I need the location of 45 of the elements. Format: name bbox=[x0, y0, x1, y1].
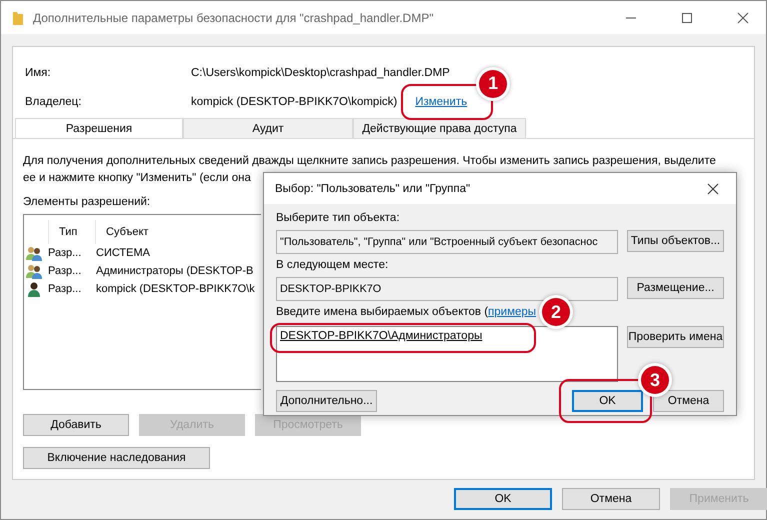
dialog-button[interactable]: Отмена bbox=[653, 390, 724, 412]
property-label: Владелец: bbox=[25, 96, 82, 108]
check-names-button[interactable]: Проверить имена bbox=[627, 326, 724, 348]
location-button[interactable]: Размещение... bbox=[627, 277, 724, 299]
field-label: Выберите тип объекта: bbox=[276, 212, 400, 226]
advanced-button[interactable]: Дополнительно... bbox=[276, 390, 377, 412]
dialog-button[interactable]: OK bbox=[572, 390, 643, 412]
object-type-field[interactable]: "Пользователь", "Группа" или "Встроенный субъект безопаснос bbox=[276, 230, 618, 254]
dialog-button[interactable]: OK bbox=[454, 488, 552, 510]
property-value: kompick (DESKTOP-BPIKK7O\kompick) bbox=[191, 96, 398, 108]
window-title: Дополнительные параметры безопасности для "crashpad_handler.DMP" bbox=[33, 10, 434, 24]
object-types-button[interactable]: Типы объектов... bbox=[627, 230, 724, 252]
list-button[interactable]: Добавить bbox=[23, 414, 129, 436]
change-link[interactable]: Изменить bbox=[415, 96, 468, 108]
user-icon bbox=[26, 281, 42, 297]
location-field[interactable]: DESKTOP-BPIKK7O bbox=[276, 277, 618, 301]
tab[interactable]: Аудит bbox=[183, 118, 353, 138]
description-text: ее и нажмите кнопку "Изменить" (если она bbox=[23, 171, 252, 186]
field-label: Введите имена выбираемых объектов ( bbox=[276, 306, 488, 320]
table-cell-text: Администраторы (DESKTOP-B bbox=[96, 265, 254, 277]
table-cell-text: СИСТЕМА bbox=[96, 247, 151, 259]
tab[interactable]: Действующие права доступа bbox=[353, 118, 526, 138]
step-badge: 1 bbox=[479, 70, 508, 98]
table-cell: kompick (DESKTOP-BPIKK7O\k bbox=[96, 283, 256, 295]
table-cell-text: Разр... bbox=[48, 265, 82, 277]
column-header[interactable]: Тип bbox=[48, 220, 95, 244]
names-field[interactable]: DESKTOP-BPIKK7O\Администраторы bbox=[276, 326, 618, 382]
examples-link[interactable]: примеры bbox=[488, 306, 536, 322]
users-icon bbox=[26, 263, 42, 279]
description-text: Для получения дополнительных сведений дважды щелкните запись разрешения. Чтобы изменить запись разрешения, выделите bbox=[23, 154, 717, 169]
property-value: C:\Users\kompick\Desktop\crashpad_handler.DMP bbox=[191, 66, 450, 78]
users-icon bbox=[26, 245, 42, 261]
column-header[interactable]: Субъект bbox=[95, 220, 255, 244]
list-label: Элементы разрешений: bbox=[23, 196, 152, 208]
dialog-button[interactable]: Отмена bbox=[562, 488, 660, 510]
folder-icon bbox=[13, 10, 23, 24]
inheritance-button[interactable]: Включение наследования bbox=[23, 447, 210, 469]
step-badge: 3 bbox=[641, 366, 669, 394]
property-label: Имя: bbox=[25, 66, 52, 78]
step-badge: 2 bbox=[542, 298, 570, 326]
table-cell-text: Разр... bbox=[48, 247, 82, 259]
tab[interactable]: Разрешения bbox=[15, 118, 183, 138]
field-label: В следующем месте: bbox=[276, 259, 388, 273]
dialog-title: Выбор: "Пользователь" или "Группа" bbox=[275, 182, 470, 194]
table-cell-text: Разр... bbox=[48, 283, 82, 295]
